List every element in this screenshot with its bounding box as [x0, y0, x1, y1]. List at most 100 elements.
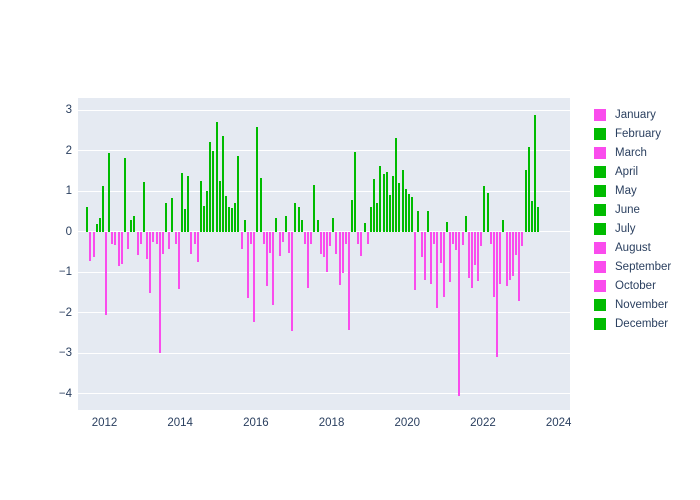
- y-axis-tick-labels: −4 −3 −2 −1 0 1 2 3: [46, 98, 72, 410]
- x-tick-2024: 2024: [545, 417, 572, 429]
- bar: [146, 231, 149, 260]
- bar: [373, 179, 376, 232]
- legend-item-september[interactable]: September: [594, 257, 698, 276]
- legend-item-label: May: [615, 184, 637, 197]
- bar: [180, 172, 183, 232]
- bar: [297, 207, 300, 232]
- bar: [284, 215, 287, 232]
- bar: [341, 231, 344, 274]
- bar: [89, 231, 92, 261]
- bar: [499, 231, 502, 285]
- bar: [489, 231, 492, 244]
- legend: January February March April May June July Augu…: [594, 105, 698, 333]
- bar: [338, 231, 341, 286]
- legend-item-july[interactable]: July: [594, 219, 698, 238]
- bar: [215, 121, 218, 232]
- bar: [335, 231, 338, 254]
- bar: [262, 231, 265, 244]
- bar: [136, 231, 139, 256]
- bar: [486, 193, 489, 232]
- legend-item-label: March: [615, 146, 647, 159]
- bar: [142, 181, 145, 232]
- bar: [98, 217, 101, 232]
- y-tick--3: −3: [58, 347, 72, 360]
- legend-item-april[interactable]: April: [594, 162, 698, 181]
- bar: [505, 231, 508, 286]
- bar: [470, 231, 473, 289]
- bar: [158, 231, 161, 354]
- bar: [461, 231, 464, 246]
- bar: [395, 137, 398, 232]
- bar: [105, 231, 107, 316]
- y-tick-1: 1: [65, 185, 72, 198]
- bar: [474, 231, 476, 265]
- legend-item-label: August: [615, 241, 651, 254]
- bar: [398, 183, 401, 232]
- bar: [272, 231, 275, 305]
- legend-item-may[interactable]: May: [594, 181, 698, 200]
- bar: [265, 231, 268, 287]
- bar: [354, 151, 357, 232]
- bar: [193, 231, 196, 244]
- bar: [291, 231, 294, 331]
- y-tick-2: 2: [65, 144, 72, 157]
- bar: [288, 231, 291, 253]
- bar: [250, 231, 253, 244]
- bar: [206, 191, 209, 232]
- bar: [190, 231, 193, 254]
- bar: [357, 231, 360, 244]
- x-tick-2018: 2018: [318, 417, 345, 429]
- legend-item-december[interactable]: December: [594, 314, 698, 333]
- bar: [376, 202, 379, 232]
- bar: [92, 231, 95, 257]
- legend-item-label: April: [615, 165, 639, 178]
- bar: [496, 231, 499, 358]
- legend-item-october[interactable]: October: [594, 276, 698, 295]
- x-tick-2022: 2022: [470, 417, 496, 429]
- bar: [534, 115, 537, 232]
- plot-area: [78, 98, 570, 410]
- bar: [120, 231, 123, 265]
- x-tick-2020: 2020: [394, 417, 421, 429]
- bar: [117, 231, 120, 267]
- bar: [347, 231, 350, 330]
- legend-item-november[interactable]: November: [594, 295, 698, 314]
- bar: [366, 231, 369, 244]
- bar: [177, 231, 180, 290]
- legend-swatch-icon: [594, 184, 606, 197]
- bar: [234, 202, 237, 232]
- bar: [537, 206, 540, 232]
- legend-item-february[interactable]: February: [594, 124, 698, 143]
- legend-item-january[interactable]: January: [594, 105, 698, 124]
- bar: [322, 231, 325, 257]
- bar: [111, 231, 114, 244]
- bar: [168, 231, 171, 250]
- legend-swatch-icon: [594, 279, 606, 292]
- legend-item-august[interactable]: August: [594, 238, 698, 257]
- bar: [209, 142, 212, 232]
- bar: [294, 202, 297, 232]
- legend-item-march[interactable]: March: [594, 143, 698, 162]
- legend-item-label: June: [615, 203, 640, 216]
- bar: [423, 231, 426, 280]
- bar: [149, 231, 152, 294]
- bar: [130, 219, 133, 232]
- bar: [452, 231, 455, 244]
- x-tick-2016: 2016: [243, 417, 269, 429]
- legend-item-june[interactable]: June: [594, 200, 698, 219]
- bar: [310, 231, 313, 244]
- bar: [171, 198, 174, 232]
- bar: [332, 217, 335, 232]
- bar: [275, 217, 278, 232]
- x-axis-tick-labels: 2012 2014 2016 2018 2020 2022 2024: [78, 417, 572, 435]
- bar: [439, 231, 442, 264]
- bar: [344, 231, 347, 244]
- gridline-y-3: [78, 109, 570, 111]
- legend-item-label: September: [615, 260, 672, 273]
- bar-chart-figure: −4 −3 −2 −1 0 1 2 3 2012 2014 2016 2018 2020 2022 202…: [0, 0, 700, 500]
- bar: [259, 177, 262, 232]
- bar: [360, 231, 363, 256]
- legend-swatch-icon: [594, 108, 606, 121]
- legend-swatch-icon: [594, 317, 606, 330]
- bar: [95, 224, 98, 232]
